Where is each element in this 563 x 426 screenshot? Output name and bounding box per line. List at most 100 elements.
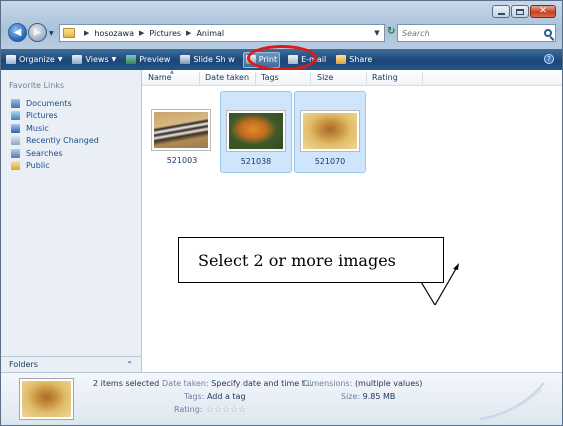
chevron-down-icon: ▼ [111, 56, 117, 63]
explorer-window: ✕ ◀ ▶ ▼ ▶ hosozawa ▶ Pictures ▶ Animal ▼… [0, 0, 563, 426]
rating-property: Rating: [174, 405, 203, 414]
column-rating[interactable]: Rating [372, 73, 398, 82]
arrow-right-icon: ▶ [33, 27, 42, 38]
selection-thumbnail [19, 378, 74, 420]
sidebar-item-public[interactable]: Public [11, 160, 99, 172]
refresh-icon[interactable]: ↻ [387, 26, 395, 37]
column-divider[interactable] [199, 72, 200, 84]
music-icon [11, 123, 20, 133]
file-name: 521003 [166, 156, 198, 165]
column-size[interactable]: Size [317, 73, 333, 82]
column-name[interactable]: Name [148, 73, 172, 82]
slideshow-icon [180, 55, 191, 64]
address-bar[interactable]: ▶ hosozawa ▶ Pictures ▶ Animal ▼ [59, 24, 385, 42]
dimensions-property: Dimensions: (multiple values) [303, 379, 422, 388]
pictures-icon [11, 111, 20, 120]
sort-ascending-icon: ▲ [170, 69, 174, 75]
rating-label: Rating: [174, 405, 203, 414]
recently-changed-icon [11, 136, 20, 145]
file-item-selected[interactable]: 521070 [294, 91, 366, 173]
column-date-taken[interactable]: Date taken [205, 73, 249, 82]
slideshow-button[interactable]: Slide Sh w [178, 52, 236, 68]
column-divider[interactable] [366, 72, 367, 84]
organize-label: Organize [19, 55, 55, 64]
sidebar-item-searches[interactable]: Searches [11, 147, 99, 159]
details-pane: 2 items selected Date taken: Specify dat… [1, 372, 562, 425]
tags-label: Tags: [184, 392, 205, 401]
column-header: Name ▲ Date taken Tags Size Rating [142, 69, 562, 86]
chevron-right-icon[interactable]: ▶ [139, 29, 144, 37]
breadcrumb-animal[interactable]: Animal [196, 29, 224, 38]
chevron-down-icon: ▼ [57, 56, 63, 63]
documents-icon [11, 98, 20, 108]
close-button[interactable]: ✕ [530, 5, 556, 18]
sidebar-item-music[interactable]: Music [11, 122, 99, 134]
organize-button[interactable]: Organize ▼ [4, 52, 64, 68]
preview-button[interactable]: Preview [124, 52, 172, 68]
column-divider[interactable] [255, 72, 256, 84]
favorite-links-list: Documents Pictures Music Recently Change… [11, 97, 99, 172]
file-item-selected[interactable]: 521038 [220, 91, 292, 173]
size-value: 9.85 MB [362, 392, 396, 401]
search-box [397, 24, 556, 42]
share-label: Share [349, 55, 373, 64]
sidebar-item-label: Documents [26, 98, 72, 108]
slideshow-label: Slide Sh w [193, 55, 235, 64]
instruction-callout: Select 2 or more images [178, 237, 444, 283]
column-tags[interactable]: Tags [261, 73, 279, 82]
chevron-right-icon[interactable]: ▶ [186, 29, 191, 37]
navigation-pane: Favorite Links Documents Pictures Music … [1, 70, 142, 372]
share-button[interactable]: Share [334, 52, 374, 68]
image-thumbnail [226, 110, 286, 152]
breadcrumb-pictures[interactable]: Pictures [149, 29, 181, 38]
rating-stars[interactable]: ☆☆☆☆☆ [206, 405, 246, 415]
organize-icon [6, 55, 16, 64]
breadcrumb-hosozawa[interactable]: hosozawa [94, 29, 134, 38]
sidebar-item-label: Searches [26, 148, 63, 158]
image-thumbnail [151, 109, 211, 151]
sidebar-item-documents[interactable]: Documents [11, 97, 99, 109]
column-divider[interactable] [422, 72, 423, 84]
share-icon [336, 55, 347, 64]
search-icon[interactable] [544, 29, 552, 37]
recent-pages-button[interactable]: ▼ [49, 30, 54, 37]
decorative-swoosh [479, 382, 545, 420]
date-taken-property: Date taken: Specify date and time t... [162, 379, 313, 388]
dimensions-value: (multiple values) [354, 379, 423, 388]
folders-label: Folders [9, 360, 38, 369]
close-icon: ✕ [539, 6, 547, 16]
maximize-icon [516, 8, 524, 15]
sidebar-item-label: Music [26, 123, 49, 133]
search-input[interactable] [402, 28, 532, 38]
date-taken-value[interactable]: Specify date and time t... [211, 379, 312, 388]
sidebar-item-pictures[interactable]: Pictures [11, 110, 99, 122]
views-button[interactable]: Views ▼ [70, 52, 118, 68]
favorite-links-heading: Favorite Links [9, 81, 65, 90]
public-folder-icon [11, 161, 20, 170]
forward-button[interactable]: ▶ [28, 23, 47, 42]
help-icon[interactable]: ? [544, 54, 554, 64]
maximize-button[interactable] [511, 5, 529, 18]
sidebar-item-label: Public [26, 161, 50, 170]
window-controls: ✕ [491, 5, 556, 18]
preview-icon [126, 55, 137, 64]
file-name: 521070 [314, 157, 346, 166]
size-property: Size: 9.85 MB [341, 392, 395, 401]
sidebar-item-label: Recently Changed [26, 136, 99, 145]
searches-icon [11, 148, 20, 158]
back-button[interactable]: ◀ [8, 23, 27, 42]
views-icon [72, 55, 83, 64]
sidebar-item-label: Pictures [26, 111, 58, 120]
folders-toggle[interactable]: Folders ⌃ [1, 356, 141, 372]
chevron-right-icon[interactable]: ▶ [84, 29, 89, 37]
tags-value[interactable]: Add a tag [207, 392, 246, 401]
file-item[interactable]: 521003 [146, 91, 218, 173]
minimize-button[interactable] [492, 5, 510, 18]
arrow-left-icon: ◀ [13, 27, 22, 38]
column-divider[interactable] [310, 72, 311, 84]
selection-count: 2 items selected [93, 379, 160, 388]
tags-property: Tags: Add a tag [184, 392, 246, 401]
sidebar-item-recently-changed[interactable]: Recently Changed [11, 135, 99, 147]
file-list: Name ▲ Date taken Tags Size Rating 52100… [142, 69, 562, 372]
chevron-down-icon[interactable]: ▼ [370, 29, 384, 37]
